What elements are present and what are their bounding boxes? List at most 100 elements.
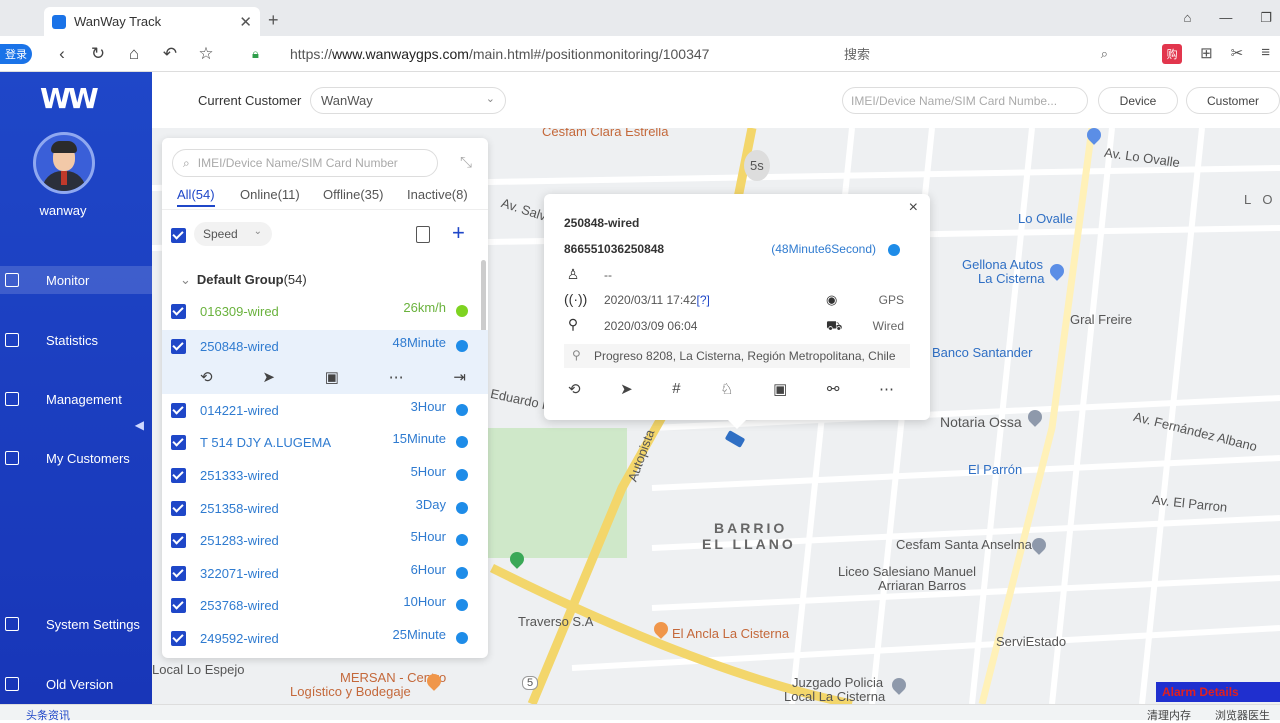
apps-icon[interactable]: ⊞ bbox=[1200, 44, 1213, 64]
popup-duration: (48Minute6Second) bbox=[771, 242, 876, 256]
list-item[interactable]: 250848-wired 48Minute ⟲ ➤ ▣ ⋯ ⇥ bbox=[162, 330, 488, 394]
undo-icon[interactable]: ↶ bbox=[152, 44, 188, 64]
customer-button[interactable]: Customer bbox=[1186, 87, 1280, 114]
avatar[interactable] bbox=[33, 132, 95, 194]
username: wanway bbox=[39, 203, 87, 218]
list-item[interactable]: 016309-wired 26km/h bbox=[162, 295, 488, 327]
alarm-details-button[interactable]: Alarm Details bbox=[1156, 682, 1280, 702]
playback-icon[interactable]: ⟲ bbox=[568, 380, 581, 398]
tab-offline[interactable]: Offline(35) bbox=[323, 184, 383, 205]
tab-inactive[interactable]: Inactive(8) bbox=[407, 184, 468, 205]
map-label: Gellona Autos bbox=[962, 257, 1043, 272]
list-item[interactable]: 249592-wired 25Minute bbox=[162, 622, 488, 654]
window-controls: ⌂ — ❐ bbox=[1183, 10, 1272, 26]
maximize-icon[interactable]: ❐ bbox=[1260, 10, 1272, 26]
gift-icon[interactable]: ⌂ bbox=[1183, 10, 1191, 26]
home-icon[interactable]: ⌂ bbox=[116, 44, 152, 64]
url-field[interactable]: https://www.wanwaygps.com/main.html#/pos… bbox=[290, 46, 709, 62]
management-icon bbox=[5, 392, 19, 406]
minimize-icon[interactable]: — bbox=[1219, 10, 1232, 26]
browser-tab[interactable]: WanWay Track ✕ bbox=[44, 7, 260, 36]
list-item[interactable]: 251283-wired 5Hour bbox=[162, 524, 488, 556]
list-item[interactable]: 322071-wired 6Hour bbox=[162, 557, 488, 589]
panel-search-input[interactable]: ⌕ IMEI/Device Name/SIM Card Number bbox=[172, 149, 438, 177]
sidebar-item-monitor[interactable]: Monitor bbox=[0, 266, 152, 294]
more-icon[interactable]: ⋯ bbox=[389, 368, 404, 386]
shopping-icon[interactable]: 购 bbox=[1162, 43, 1183, 64]
row-checkbox[interactable] bbox=[171, 598, 186, 613]
list-item[interactable]: 014221-wired 3Hour bbox=[162, 394, 488, 426]
map-label: El Parrón bbox=[968, 462, 1023, 477]
help-icon[interactable]: [?] bbox=[697, 293, 710, 307]
login-badge[interactable]: 登录 bbox=[0, 43, 32, 64]
reload-icon[interactable]: ↻ bbox=[80, 44, 116, 64]
document-icon[interactable] bbox=[416, 226, 430, 243]
popup-actions: ⟲ ➤ # ♘ ▣ ⚯ ⋯ bbox=[568, 380, 894, 398]
more-icon[interactable]: ⋯ bbox=[879, 380, 894, 398]
row-checkbox[interactable] bbox=[171, 403, 186, 418]
list-item[interactable]: 251358-wired 3Day bbox=[162, 492, 488, 524]
sort-select[interactable]: Speed ⌄ bbox=[194, 222, 272, 246]
select-all-checkbox[interactable] bbox=[171, 228, 186, 243]
search-placeholder: 搜索 bbox=[844, 47, 871, 62]
status-tools: 清理内存 浏览器医生 bbox=[1147, 707, 1270, 723]
old-version-icon bbox=[5, 677, 19, 691]
sidebar-item-system-settings[interactable]: System Settings bbox=[0, 610, 152, 638]
playback-icon[interactable]: ⟲ bbox=[200, 368, 213, 386]
device-search-input[interactable]: IMEI/Device Name/SIM Card Numbe... bbox=[842, 87, 1088, 114]
status-dot bbox=[456, 305, 468, 317]
map-label: Notaria Ossa bbox=[940, 414, 1022, 430]
device-button[interactable]: Device bbox=[1098, 87, 1178, 114]
news-link[interactable]: 头条资讯 bbox=[26, 707, 70, 723]
street-view-icon[interactable]: ♘ bbox=[720, 380, 733, 398]
row-checkbox[interactable] bbox=[171, 468, 186, 483]
popup-driver: -- bbox=[604, 268, 612, 282]
close-icon[interactable]: ✕ bbox=[239, 13, 252, 31]
new-tab-icon[interactable]: + bbox=[268, 10, 279, 31]
clean-memory-button[interactable]: 清理内存 bbox=[1147, 707, 1191, 723]
navigate-icon[interactable]: ➤ bbox=[262, 368, 275, 386]
row-checkbox[interactable] bbox=[171, 501, 186, 516]
search-icon[interactable]: ⌕ bbox=[1101, 46, 1108, 62]
sidebar-item-old-version[interactable]: Old Version bbox=[0, 670, 152, 698]
row-checkbox[interactable] bbox=[171, 631, 186, 646]
tab-all[interactable]: All(54) bbox=[177, 184, 215, 207]
add-icon[interactable]: + bbox=[452, 220, 465, 246]
login-icon[interactable]: ⇥ bbox=[453, 368, 466, 386]
fence-icon[interactable]: # bbox=[672, 380, 680, 398]
command-icon[interactable]: ▣ bbox=[325, 368, 339, 386]
browser-doctor-button[interactable]: 浏览器医生 bbox=[1215, 707, 1270, 723]
navigate-icon[interactable]: ➤ bbox=[620, 380, 633, 398]
back-icon[interactable]: ‹ bbox=[44, 44, 80, 64]
star-icon[interactable]: ☆ bbox=[188, 44, 224, 64]
row-checkbox[interactable] bbox=[171, 304, 186, 319]
menu-icon[interactable]: ≡ bbox=[1261, 44, 1270, 64]
row-actions: ⟲ ➤ ▣ ⋯ ⇥ bbox=[200, 368, 466, 386]
row-checkbox[interactable] bbox=[171, 533, 186, 548]
tab-online[interactable]: Online(11) bbox=[240, 184, 300, 205]
list-item[interactable]: T 514 DJY A.LUGEMA 15Minute bbox=[162, 426, 488, 458]
map-label: El Ancla La Cisterna bbox=[672, 626, 790, 641]
close-icon[interactable]: × bbox=[909, 199, 918, 217]
collapse-panel-icon[interactable]: ⤡ bbox=[460, 154, 472, 171]
sidebar-item-statistics[interactable]: Statistics bbox=[0, 326, 152, 354]
command-icon[interactable]: ▣ bbox=[773, 380, 787, 398]
browser-search[interactable]: 搜索 ⌕ bbox=[836, 41, 1116, 67]
status-dot bbox=[888, 244, 900, 256]
share-icon[interactable]: ⚯ bbox=[827, 380, 840, 398]
popup-device-type: Wired bbox=[872, 319, 904, 333]
sidebar-item-my-customers[interactable]: My Customers bbox=[0, 444, 152, 472]
lock-icon: 🔒︎ bbox=[252, 45, 259, 61]
status-dot bbox=[456, 502, 468, 514]
row-checkbox[interactable] bbox=[171, 435, 186, 450]
row-checkbox[interactable] bbox=[171, 339, 186, 354]
customer-select[interactable]: WanWay ⌄ bbox=[310, 87, 506, 114]
scissors-icon[interactable]: ✂ bbox=[1231, 44, 1244, 64]
collapse-sidebar-icon[interactable]: ◀ bbox=[135, 418, 144, 432]
sidebar-item-management[interactable]: Management bbox=[0, 385, 152, 413]
list-item[interactable]: 253768-wired 10Hour bbox=[162, 589, 488, 621]
list-item[interactable]: 251333-wired 5Hour bbox=[162, 459, 488, 491]
row-checkbox[interactable] bbox=[171, 566, 186, 581]
popup-position-time: 2020/03/09 06:04 bbox=[604, 319, 698, 333]
group-header[interactable]: ⌄ Default Group(54) bbox=[180, 272, 307, 288]
